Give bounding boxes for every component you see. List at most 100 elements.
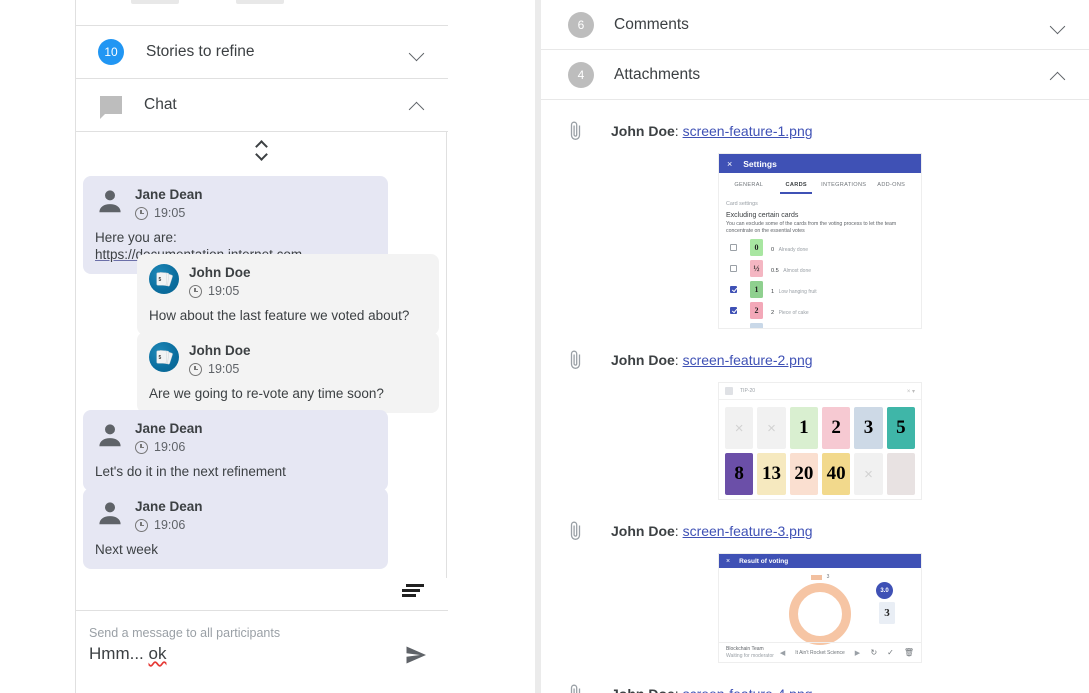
chevron-up-small-icon [256,142,269,149]
message-header: Jane Dean 19:06 [95,498,376,532]
thumb1-row-value: 0 [771,247,775,253]
attachment-filename-link[interactable]: screen-feature-4.png [683,686,813,693]
text-format-icon[interactable] [402,584,424,598]
checkbox-checked [730,306,737,314]
estimation-card [886,453,915,495]
legend-label: 3 [826,574,830,580]
message-time-line: 19:06 [135,440,203,454]
message-author: Jane Dean [135,421,203,436]
chevron-up-icon[interactable] [1049,66,1067,84]
paperclip-icon [568,120,584,142]
message-header: 5 John Doe 19:05 [149,342,427,376]
checkbox-checked [730,285,737,293]
attachment-row: John Doe: screen-feature-1.png [541,120,1089,142]
thumb1-row-value: 2 [771,310,775,316]
attachment-row: John Doe: screen-feature-2.png [541,349,1089,371]
attachments-label: Attachments [614,65,701,83]
attachment-thumbnail-2[interactable]: TIP-20 × ▾ × × 1 2 3 5 8 13 20 40 × [718,382,922,500]
message-meta: Jane Dean 19:06 [135,420,203,454]
thumb1-tabs: GENERAL CARDS INTEGRATIONS ADD-ONS [719,175,921,194]
thumb1-paragraph: You can exclude some of the cards from t… [726,221,897,234]
message-item: Jane Dean 19:06 Next week [83,488,388,569]
message-author: Jane Dean [135,499,203,514]
message-header: Jane Dean 19:05 [95,186,376,220]
attachment-author: John Doe [611,523,675,539]
top-chip-left [131,0,179,4]
message-time-line: 19:06 [135,518,203,532]
checkbox-unchecked [730,243,737,251]
attachment-separator: : [674,523,683,539]
footer-status: Waiting for moderator [726,652,774,659]
chevron-down-icon[interactable] [1049,16,1067,34]
estimation-card: 20 [789,453,818,495]
estimation-card: 3 [854,407,883,449]
person-icon [95,498,125,528]
thumb1-card-row: ½ 0.5 Almost done [719,256,921,277]
message-meta: John Doe 19:05 [189,264,251,298]
accordion-comments[interactable]: 6 Comments [541,0,1089,50]
thumb1-row-desc: Piece of cake [778,310,809,316]
estimation-card: × [854,453,883,495]
attachment-item: John Doe: screen-feature-3.png × Result … [541,500,1089,663]
message-time: 19:05 [154,206,186,220]
message-item: 5 John Doe 19:05 Are we going to re-vote… [137,332,439,413]
accordion-stories-to-refine[interactable]: 10 Stories to refine [76,26,448,79]
composer-placeholder-label: Send a message to all participants [89,626,281,640]
attachment-item: John Doe: screen-feature-2.png TIP-20 × … [541,329,1089,500]
comments-label: Comments [614,15,689,33]
attachment-row: John Doe: screen-feature-4.png [541,683,1089,693]
mini-card: 0 [750,238,763,256]
thumb2-browser-bar: TIP-20 × ▾ [719,383,921,400]
chevron-down-small-icon [256,152,269,159]
message-item: 5 John Doe 19:05 How about the last feat… [137,254,439,335]
message-composer: Send a message to all participants Hmm..… [76,578,448,693]
accordion-chat[interactable]: Chat [76,79,448,132]
app-screenshot: 10 Stories to refine Chat Jane Dean 19:0… [0,0,1089,693]
vote-donut-chart [789,583,851,645]
top-chip-right [236,0,284,4]
footer-team-name: Blockchain Team [726,645,764,652]
attachment-thumbnail-3[interactable]: × Result of voting 3 3.0 3 ◀ It Ain't Ro… [718,553,922,663]
attachment-filename-link[interactable]: screen-feature-2.png [683,352,813,368]
thumb1-card-row: 2 2 Piece of cake [719,298,921,319]
estimation-card: × [757,407,786,449]
message-item: Jane Dean 19:06 Let's do it in the next … [83,410,388,491]
message-time: 19:06 [154,440,186,454]
attachment-filename-link[interactable]: screen-feature-3.png [683,523,813,539]
composer-text: Hmm... [89,644,149,663]
message-input[interactable]: Hmm... ok [89,644,166,664]
accordion-attachments[interactable]: 4 Attachments [541,50,1089,100]
attachment-thumbnail-1[interactable]: × Settings GENERAL CARDS INTEGRATIONS AD… [718,153,922,329]
thumb2-card-grid: × × 1 2 3 5 8 13 20 40 × [719,400,921,499]
stories-label: Stories to refine [146,43,255,60]
thumb2-bar-icons: × ▾ [906,388,915,395]
paperclip-icon [568,349,584,371]
attachment-label: John Doe: screen-feature-3.png [611,522,813,540]
scroll-more-indicator[interactable] [76,132,448,168]
chat-bubble-icon [100,96,122,119]
composer-divider [76,610,448,611]
message-meta: John Doe 19:05 [189,342,251,376]
estimation-card: 8 [725,453,754,495]
attachment-separator: : [675,686,683,693]
send-icon[interactable] [404,643,428,667]
mini-card: 2 [750,301,763,319]
thumb1-card-row: 1 1 Low hanging fruit [719,277,921,298]
message-list: Jane Dean 19:05 Here you are: https://do… [76,168,448,578]
check-icon: ✓ [887,648,894,657]
message-time-line: 19:05 [135,206,203,220]
attachment-filename-link[interactable]: screen-feature-1.png [683,123,813,139]
chevron-down-icon[interactable] [408,43,426,61]
clock-icon [189,362,202,376]
attachment-author: John Doe [611,123,675,139]
chat-label: Chat [144,96,177,113]
details-panel: 6 Comments 4 Attachments John Doe: scree… [541,0,1089,693]
paperclip-icon [568,683,584,693]
stories-count-badge: 10 [98,39,124,65]
attachment-author: John Doe [611,686,675,693]
close-icon: × [727,158,733,169]
clock-icon [135,518,148,532]
message-body: Are we going to re-vote any time soon? [149,386,384,401]
thumb1-tab-addons: ADD-ONS [877,181,906,188]
chevron-up-icon[interactable] [408,96,426,114]
